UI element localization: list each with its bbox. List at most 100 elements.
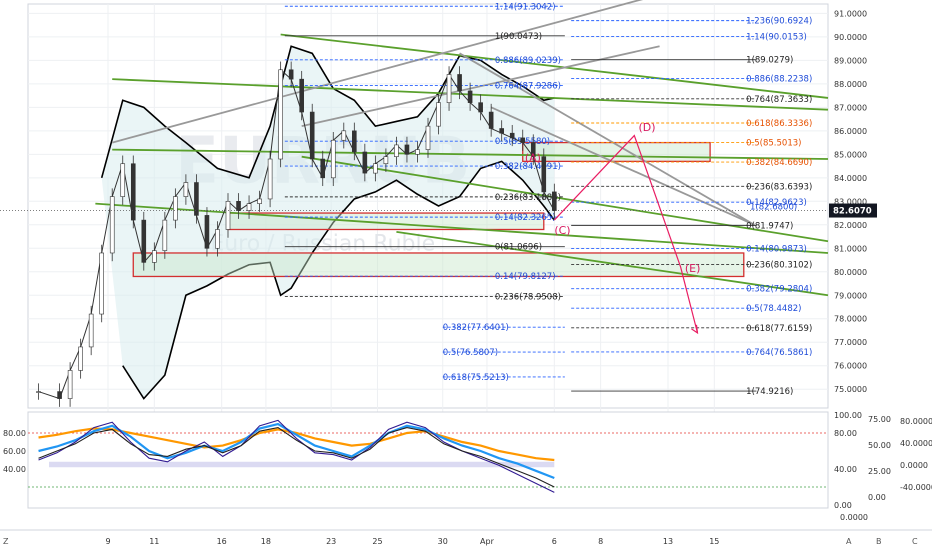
oscillator-pane[interactable] bbox=[27, 411, 829, 509]
osc-bottom-tick: 0.0000 bbox=[840, 513, 868, 522]
candle-body bbox=[162, 219, 168, 251]
candle-body bbox=[478, 102, 483, 113]
osc-right-tick-b: 40.0000 bbox=[900, 439, 932, 448]
osc-right-tick-b: 0.0000 bbox=[900, 461, 928, 470]
fib-level-label: 0.886(88.2238) bbox=[746, 75, 812, 85]
chart-control-b: B bbox=[876, 537, 882, 546]
price-tick-label: 79.0000 bbox=[834, 291, 867, 300]
chart-control-c: C bbox=[912, 537, 918, 546]
osc-mid-tick: 100.00 bbox=[834, 411, 862, 420]
osc-right-tick-b: 80.0000 bbox=[900, 417, 932, 426]
candle-body bbox=[288, 69, 294, 80]
fib-level-label: 1.14(90.0153) bbox=[746, 33, 807, 43]
osc-left-tick: 60.00 bbox=[3, 447, 26, 456]
candle-body bbox=[309, 111, 315, 160]
candle-body bbox=[499, 128, 504, 134]
candle-body bbox=[88, 313, 94, 348]
price-tick-label: 87.0000 bbox=[834, 103, 867, 112]
chart-canvas[interactable]: EURRUBEuro / Russian Ruble1.14(91.3042)1… bbox=[0, 0, 932, 550]
osc-histogram-band bbox=[49, 461, 555, 468]
candle-body bbox=[446, 74, 452, 103]
osc-right-tick-b: -40.0000 bbox=[900, 483, 932, 492]
time-tick-label: 9 bbox=[105, 537, 110, 546]
fib-level-label: 0.5(76.5807) bbox=[443, 348, 498, 358]
candle-body bbox=[267, 158, 273, 200]
fib-level-label: 0.5(85.5013) bbox=[746, 139, 801, 149]
candle-body bbox=[362, 151, 368, 174]
price-tick-label: 80.0000 bbox=[834, 268, 867, 277]
fib-level-label: 0.382(77.6401) bbox=[443, 323, 509, 333]
osc-mid-tick: 40.00 bbox=[834, 465, 857, 474]
candle-body bbox=[552, 191, 557, 211]
chart-control-a: A bbox=[846, 537, 852, 546]
time-tick-label: 23 bbox=[326, 537, 336, 546]
price-tick-label: 90.0000 bbox=[834, 33, 867, 42]
fib-level-label: 0.236(83.1883) bbox=[495, 193, 561, 203]
candle-body bbox=[78, 346, 83, 371]
candle-body bbox=[436, 102, 441, 127]
wave-label: (D) bbox=[639, 121, 656, 134]
fib-level-label: 0(81.0696) bbox=[495, 243, 542, 253]
candle-body bbox=[541, 156, 547, 193]
price-tick-label: 77.0000 bbox=[834, 338, 867, 347]
fib-level-label: 0.764(76.5861) bbox=[746, 348, 812, 358]
time-tick-label: 16 bbox=[217, 537, 227, 546]
fib-level-label: 1(74.9216) bbox=[746, 387, 793, 397]
osc-mid-tick: 80.00 bbox=[834, 429, 857, 438]
time-tick-label: 13 bbox=[663, 537, 673, 546]
time-tick-label: 15 bbox=[709, 537, 719, 546]
fib-level-label: 0.382(79.2804) bbox=[746, 285, 812, 295]
osc-left-tick: 80.00 bbox=[3, 429, 26, 438]
chart-root: EURRUBEuro / Russian Ruble1.14(91.3042)1… bbox=[0, 0, 932, 550]
candle-body bbox=[173, 196, 178, 221]
candle-body bbox=[467, 90, 473, 103]
chart-control-z: Z bbox=[3, 537, 9, 546]
candle-body bbox=[352, 130, 357, 153]
fib-level-label: 1(90.0473) bbox=[495, 32, 542, 42]
osc-mid-tick: 0.00 bbox=[834, 501, 852, 510]
candle-body bbox=[425, 125, 431, 150]
candle-body bbox=[225, 201, 231, 230]
candle-body bbox=[130, 163, 136, 221]
fib-level-label: 0.236(80.3102) bbox=[746, 260, 812, 270]
price-tick-label: 88.0000 bbox=[834, 80, 867, 89]
price-tick-label: 75.0000 bbox=[834, 385, 867, 394]
current-fib-label: 1(82.6800) bbox=[750, 203, 797, 213]
candle-body bbox=[488, 111, 494, 129]
candle-body bbox=[215, 229, 220, 249]
fib-level-label: 0.14(79.8127) bbox=[495, 272, 556, 282]
osc-right-tick-a: 25.00 bbox=[868, 467, 891, 476]
candle-body bbox=[457, 74, 462, 92]
candle-body bbox=[141, 219, 147, 263]
price-tick-label: 91.0000 bbox=[834, 9, 867, 18]
candle-body bbox=[246, 203, 252, 211]
candle-body bbox=[520, 137, 526, 143]
fib-level-label: 0.5(78.4482) bbox=[746, 304, 801, 314]
osc-right-tick-a: 50.00 bbox=[868, 441, 891, 450]
candle-body bbox=[183, 182, 189, 197]
candle-body bbox=[383, 156, 389, 165]
candle-body bbox=[120, 163, 126, 197]
candle-body bbox=[109, 196, 115, 254]
time-tick-label: 25 bbox=[372, 537, 382, 546]
wave-label: (C) bbox=[554, 224, 570, 237]
candle-body bbox=[320, 158, 326, 179]
fib-level-label: 0.236(83.6393) bbox=[746, 182, 812, 192]
candle-body bbox=[373, 163, 378, 174]
time-tick-label: 30 bbox=[438, 537, 448, 546]
price-tick-label: 76.0000 bbox=[834, 362, 867, 371]
time-tick-label: 8 bbox=[598, 537, 603, 546]
candle-body bbox=[415, 149, 420, 155]
fib-level-label: 0.236(78.9508) bbox=[495, 292, 561, 302]
fib-level-label: 0.886(89.0239) bbox=[495, 56, 561, 66]
fib-level-label: 0.764(87.9286) bbox=[495, 82, 561, 92]
candle-body bbox=[394, 144, 399, 157]
osc-left-tick: 40.00 bbox=[3, 465, 26, 474]
fib-level-label: 0.618(86.3336) bbox=[746, 119, 812, 129]
price-tick-label: 81.0000 bbox=[834, 244, 867, 253]
fib-level-label: 0.618(77.6159) bbox=[746, 324, 812, 334]
candle-body bbox=[99, 252, 104, 315]
price-tick-label: 82.0000 bbox=[834, 221, 867, 230]
wave-label: (E) bbox=[685, 262, 701, 275]
candle-body bbox=[278, 69, 283, 160]
